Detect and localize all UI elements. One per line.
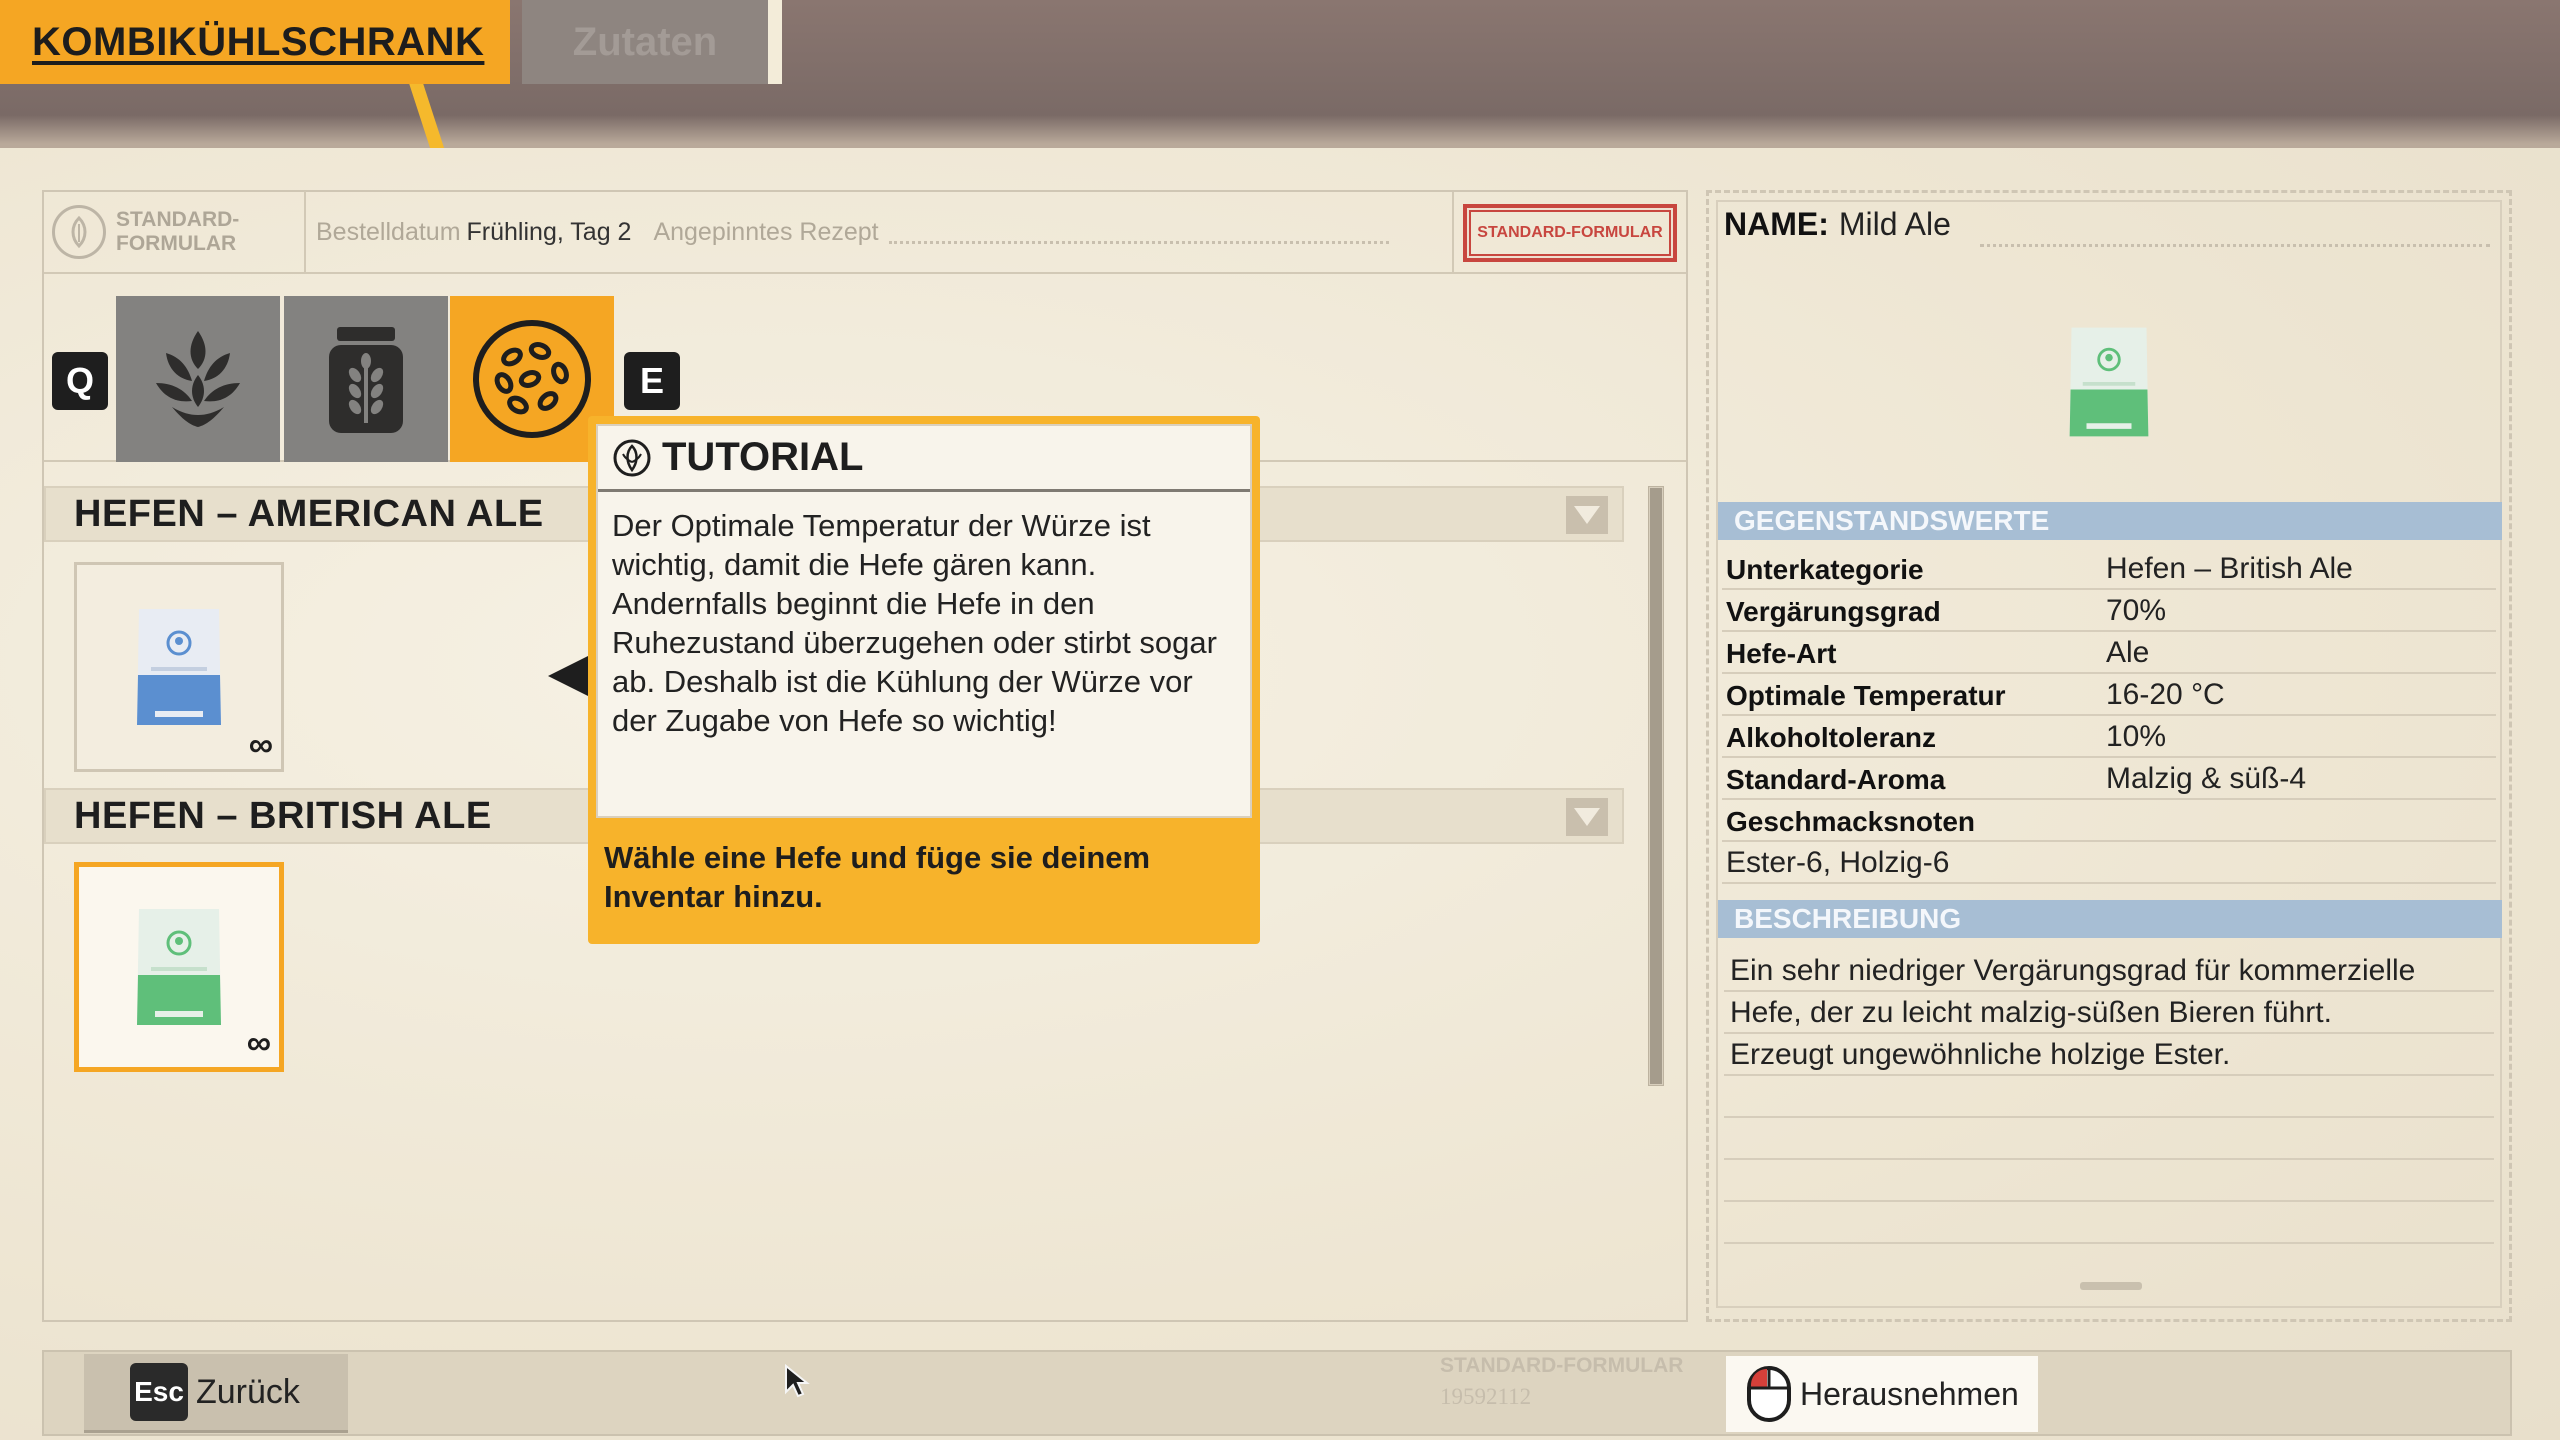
stat-row: Vergärungsgrad 70% — [1722, 590, 2496, 632]
form-code-number: 19592112 — [1440, 1384, 1532, 1409]
stat-row: Geschmacksnoten — [1722, 800, 2496, 842]
section-title: HEFEN – AMERICAN ALE — [74, 492, 544, 535]
tab-kombikuehlschrank[interactable]: KOMBIKÜHLSCHRANK — [0, 0, 510, 84]
stat-value: Ale — [2106, 636, 2150, 669]
standard-form-logo: STANDARD- FORMULAR — [44, 191, 306, 273]
bottom-bar — [42, 1350, 2512, 1436]
form-code-title: STANDARD-FORMULAR — [1440, 1354, 1684, 1377]
details-scroll-indicator[interactable] — [2080, 1282, 2142, 1290]
stat-key: Vergärungsgrad — [1726, 596, 1941, 627]
yeast-bag-british-ale-icon — [137, 909, 221, 1025]
hop-badge-icon — [613, 439, 651, 476]
take-out-button[interactable]: Herausnehmen — [1726, 1356, 2038, 1432]
collapse-arrow-icon[interactable] — [1566, 798, 1608, 836]
tutorial-instruction: Wähle eine Hefe und füge sie deinem Inve… — [604, 840, 1151, 914]
name-label: NAME: — [1724, 206, 1829, 242]
stat-row: Unterkategorie Hefen – British Ale — [1722, 548, 2496, 590]
stat-row: Alkoholtoleranz 10% — [1722, 716, 2496, 758]
logo-text: FORMULAR — [116, 232, 237, 255]
tutorial-header: TUTORIAL — [598, 426, 1250, 492]
form-code: STANDARD-FORMULAR 19592112 — [1440, 1354, 1720, 1410]
decorative-stripe — [409, 84, 445, 150]
stat-value: 16-20 °C — [2106, 678, 2225, 711]
item-preview — [1718, 262, 2500, 502]
order-date-value: Frühling, Tag 2 — [466, 217, 632, 246]
description-line: Ein sehr niedriger Vergärungsgrad für ko… — [1724, 950, 2494, 992]
standard-form-stamp: STANDARD-FORMULAR — [1463, 204, 1677, 262]
tab-zutaten[interactable]: Zutaten — [522, 0, 782, 84]
tab-label: KOMBIKÜHLSCHRANK — [32, 19, 485, 64]
stat-value: Malzig & süß-4 — [2106, 762, 2307, 795]
top-bar: KOMBIKÜHLSCHRANK Zutaten — [0, 0, 2560, 150]
tutorial-pointer-icon — [548, 656, 588, 696]
description-line — [1724, 1118, 2494, 1160]
item-slot-british-ale[interactable]: ∞ — [74, 862, 284, 1072]
description-line — [1724, 1160, 2494, 1202]
item-count: ∞ — [248, 726, 273, 764]
stat-value: 10% — [2106, 720, 2167, 753]
description: Ein sehr niedriger Vergärungsgrad für ko… — [1724, 950, 2494, 1244]
back-button[interactable]: Esc Zurück — [84, 1354, 348, 1430]
name-value: Mild Ale — [1838, 206, 1951, 242]
stat-key: Hefe-Art — [1726, 638, 1837, 669]
category-tab-hops[interactable] — [116, 296, 280, 462]
grain-jar-icon — [329, 327, 403, 433]
stat-row: Hefe-Art Ale — [1722, 632, 2496, 674]
hop-seal-icon — [52, 205, 106, 259]
description-line: Erzeugt ungewöhnliche holzige Ester. — [1724, 1034, 2494, 1076]
tab-label: Zutaten — [572, 19, 718, 64]
name-underline — [1980, 244, 2490, 247]
stamp-area: STANDARD-FORMULAR — [1452, 192, 1686, 274]
section-title: HEFEN – BRITISH ALE — [74, 794, 492, 837]
description-heading: BESCHREIBUNG — [1718, 900, 2502, 938]
tutorial-popup: TUTORIAL Der Optimale Temperatur der Wür… — [588, 416, 1260, 944]
stats-heading: GEGENSTANDSWERTE — [1718, 502, 2502, 540]
flavor-notes-value: Ester-6, Holzig-6 — [1726, 846, 1950, 879]
tutorial-title: TUTORIAL — [662, 435, 864, 479]
catalog-scrollbar-thumb[interactable] — [1650, 488, 1662, 1084]
yeast-bag-british-ale-icon — [2069, 327, 2149, 437]
take-out-label: Herausnehmen — [1800, 1375, 2019, 1412]
back-label: Zurück — [196, 1372, 300, 1411]
stat-key: Alkoholtoleranz — [1726, 722, 1937, 753]
yeast-icon — [473, 320, 591, 438]
stat-key: Standard-Aroma — [1726, 764, 1946, 795]
collapse-arrow-icon[interactable] — [1566, 496, 1608, 534]
pinned-recipe-line — [888, 240, 1389, 244]
logo-text: STANDARD- — [116, 208, 240, 231]
stats-table: Unterkategorie Hefen – British Ale Vergär… — [1722, 548, 2496, 884]
esc-key-icon: Esc — [130, 1363, 188, 1421]
hops-icon — [156, 331, 240, 427]
stat-key: Optimale Temperatur — [1726, 680, 2006, 711]
mouse-cursor-icon — [785, 1364, 810, 1398]
yeast-bag-american-ale-icon — [137, 609, 221, 725]
tutorial-body: Der Optimale Temperatur der Würze ist wi… — [612, 508, 1217, 738]
next-category-key[interactable]: E — [624, 352, 680, 410]
stat-value: 70% — [2106, 594, 2167, 627]
stat-row: Standard-Aroma Malzig & süß-4 — [1722, 758, 2496, 800]
category-tab-malt[interactable] — [284, 296, 448, 462]
mouse-left-click-icon — [1747, 1366, 1791, 1422]
pinned-recipe-label: Angepinntes Rezept — [653, 217, 879, 246]
item-name-row: NAME: Mild Ale — [1724, 206, 2494, 256]
item-count: ∞ — [246, 1024, 271, 1062]
stat-key: Unterkategorie — [1726, 554, 1924, 585]
stat-key: Geschmacksnoten — [1726, 806, 1975, 837]
description-line — [1724, 1202, 2494, 1244]
tutorial-content: TUTORIAL Der Optimale Temperatur der Wür… — [596, 424, 1252, 818]
form-header: STANDARD- FORMULAR Bestelldatum Frühling… — [44, 191, 1686, 274]
stat-value: Hefen – British Ale — [2106, 552, 2353, 585]
description-line: Hefe, der zu leicht malzig-süßen Bieren … — [1724, 992, 2494, 1034]
item-slot-american-ale[interactable]: ∞ — [74, 562, 284, 772]
order-date-label: Bestelldatum — [316, 217, 461, 246]
stat-row: Optimale Temperatur 16-20 °C — [1722, 674, 2496, 716]
prev-category-key[interactable]: Q — [52, 352, 108, 410]
description-line — [1724, 1076, 2494, 1118]
flavor-notes-row: Ester-6, Holzig-6 — [1722, 842, 2496, 884]
